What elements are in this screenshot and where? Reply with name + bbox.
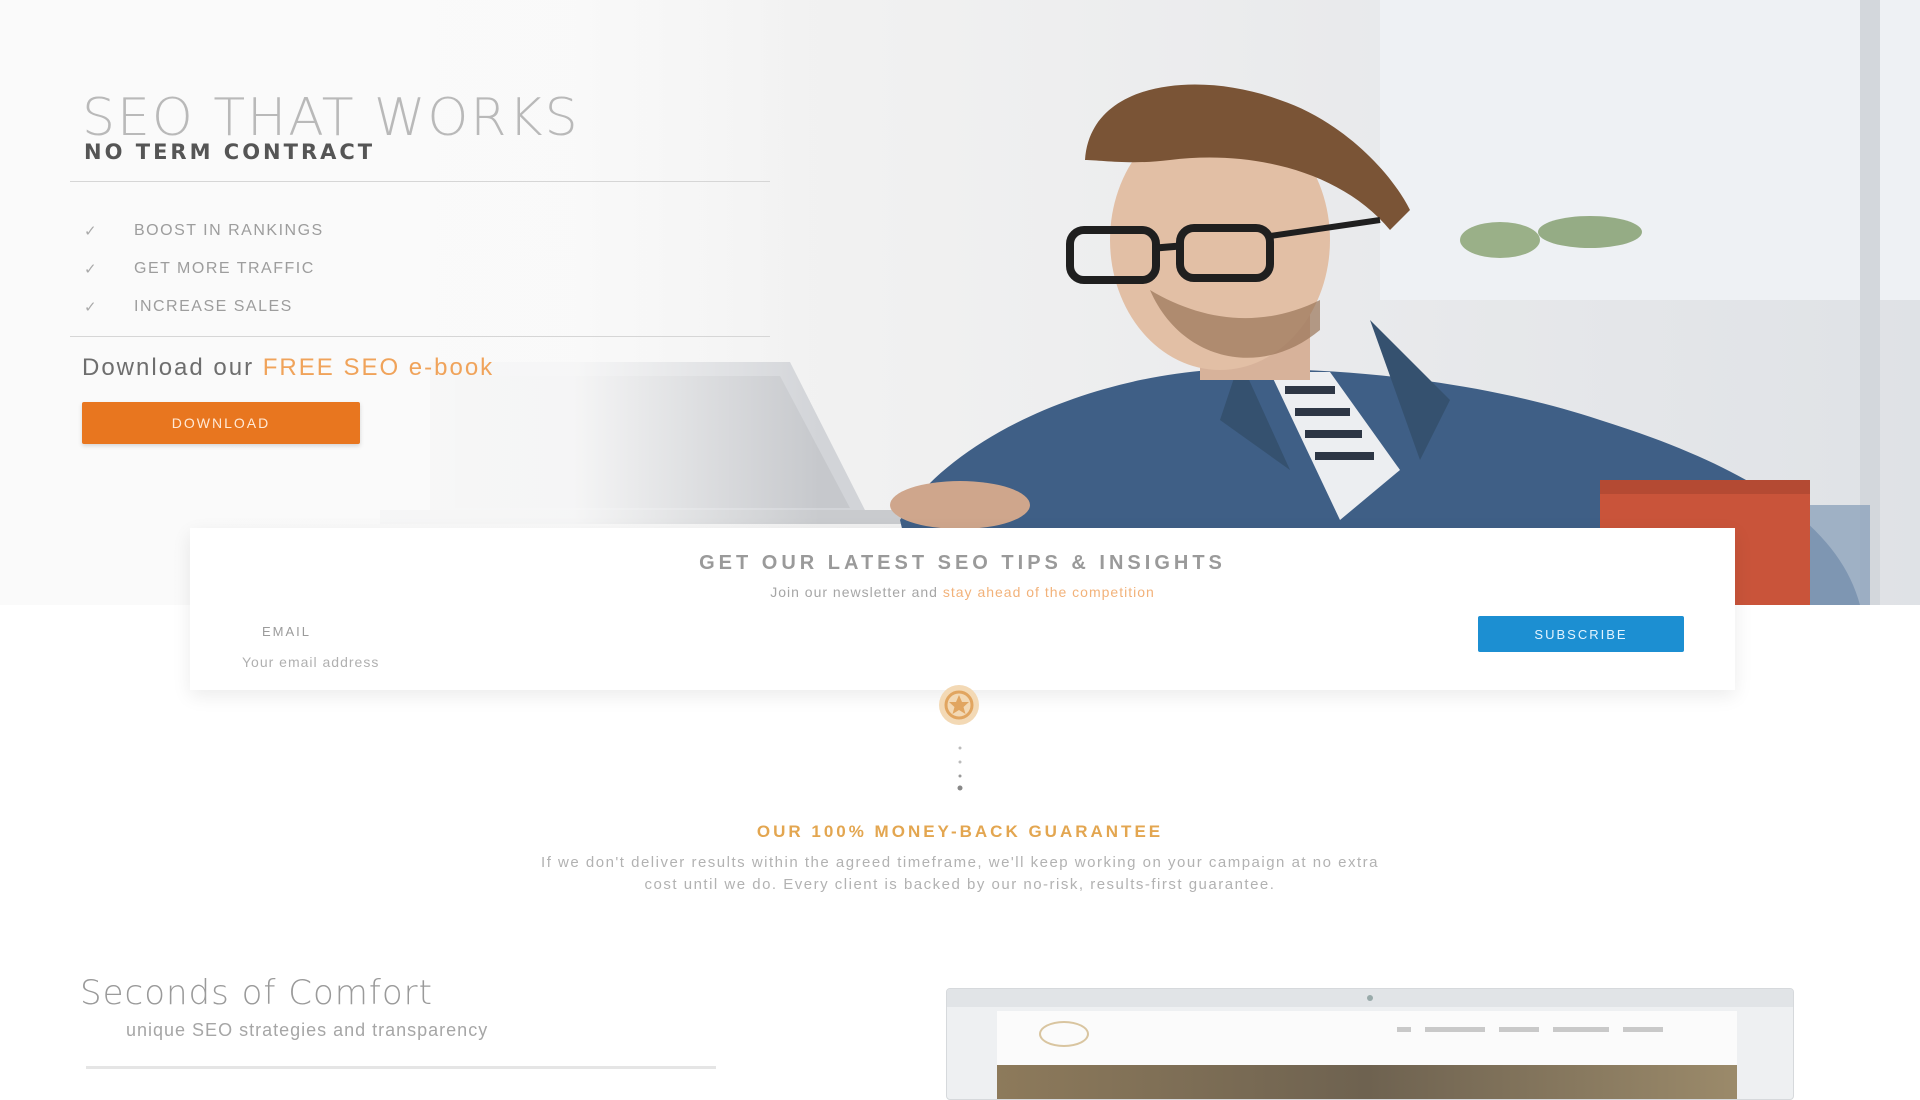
download-prefix: Download our bbox=[82, 354, 255, 381]
benefit-item: ✓ BOOST IN RANKINGS bbox=[84, 212, 324, 250]
check-icon: ✓ bbox=[84, 261, 99, 278]
newsletter-title: GET OUR LATEST SEO TIPS & INSIGHTS bbox=[699, 552, 1226, 574]
benefit-label: GET MORE TRAFFIC bbox=[134, 260, 315, 277]
scroll-indicator bbox=[957, 746, 963, 791]
subscribe-button[interactable]: SUBSCRIBE bbox=[1478, 616, 1684, 652]
newsletter-subtitle-accent: stay ahead of the competition bbox=[942, 584, 1155, 600]
newsletter-subtitle-text: Join our newsletter and bbox=[770, 584, 938, 600]
guarantee-text: If we don't deliver results within the a… bbox=[490, 852, 1430, 896]
download-prompt: Download our FREE SEO e-book bbox=[82, 354, 494, 382]
benefit-label: BOOST IN RANKINGS bbox=[134, 222, 324, 239]
hero-divider bbox=[70, 336, 770, 337]
hero-subtitle: NO TERM CONTRACT bbox=[84, 140, 376, 164]
guarantee-title: OUR 100% MONEY-BACK GUARANTEE bbox=[756, 822, 1164, 841]
section-subtitle: unique SEO strategies and transparency bbox=[126, 1020, 489, 1040]
download-accent-link[interactable]: FREE SEO e-book bbox=[263, 354, 494, 381]
mockup-page bbox=[997, 1011, 1737, 1099]
section-title: Seconds of Comfort bbox=[80, 973, 433, 1013]
award-badge-icon bbox=[939, 685, 979, 725]
newsletter-card: GET OUR LATEST SEO TIPS & INSIGHTS Join … bbox=[190, 528, 1735, 690]
benefits-list: ✓ BOOST IN RANKINGS ✓ GET MORE TRAFFIC ✓… bbox=[84, 212, 324, 326]
mockup-nav bbox=[1397, 1027, 1663, 1032]
benefit-item: ✓ GET MORE TRAFFIC bbox=[84, 250, 324, 288]
mockup-hero-image bbox=[997, 1065, 1737, 1099]
guarantee-text-line: cost until we do. Every client is backed… bbox=[644, 876, 1276, 893]
hero-section: SEO THAT WORKS NO TERM CONTRACT ✓ BOOST … bbox=[0, 0, 1920, 605]
benefit-label: INCREASE SALES bbox=[134, 298, 293, 315]
section-text-preview bbox=[86, 1066, 716, 1069]
newsletter-subtitle: Join our newsletter and stay ahead of th… bbox=[190, 584, 1735, 600]
hero-title: SEO THAT WORKS bbox=[82, 88, 580, 148]
mockup-camera-dot bbox=[1367, 995, 1373, 1001]
website-preview-image bbox=[946, 988, 1794, 1100]
check-icon: ✓ bbox=[84, 223, 99, 240]
benefit-item: ✓ INCREASE SALES bbox=[84, 288, 324, 326]
email-field[interactable] bbox=[240, 646, 744, 678]
email-label: EMAIL bbox=[262, 624, 312, 639]
mockup-browser-bar bbox=[947, 989, 1793, 1007]
check-icon: ✓ bbox=[84, 299, 99, 316]
download-button[interactable]: DOWNLOAD bbox=[82, 402, 360, 444]
guarantee-text-line: If we don't deliver results within the a… bbox=[541, 854, 1379, 871]
mockup-logo bbox=[1039, 1021, 1089, 1047]
hero-divider bbox=[70, 181, 770, 182]
